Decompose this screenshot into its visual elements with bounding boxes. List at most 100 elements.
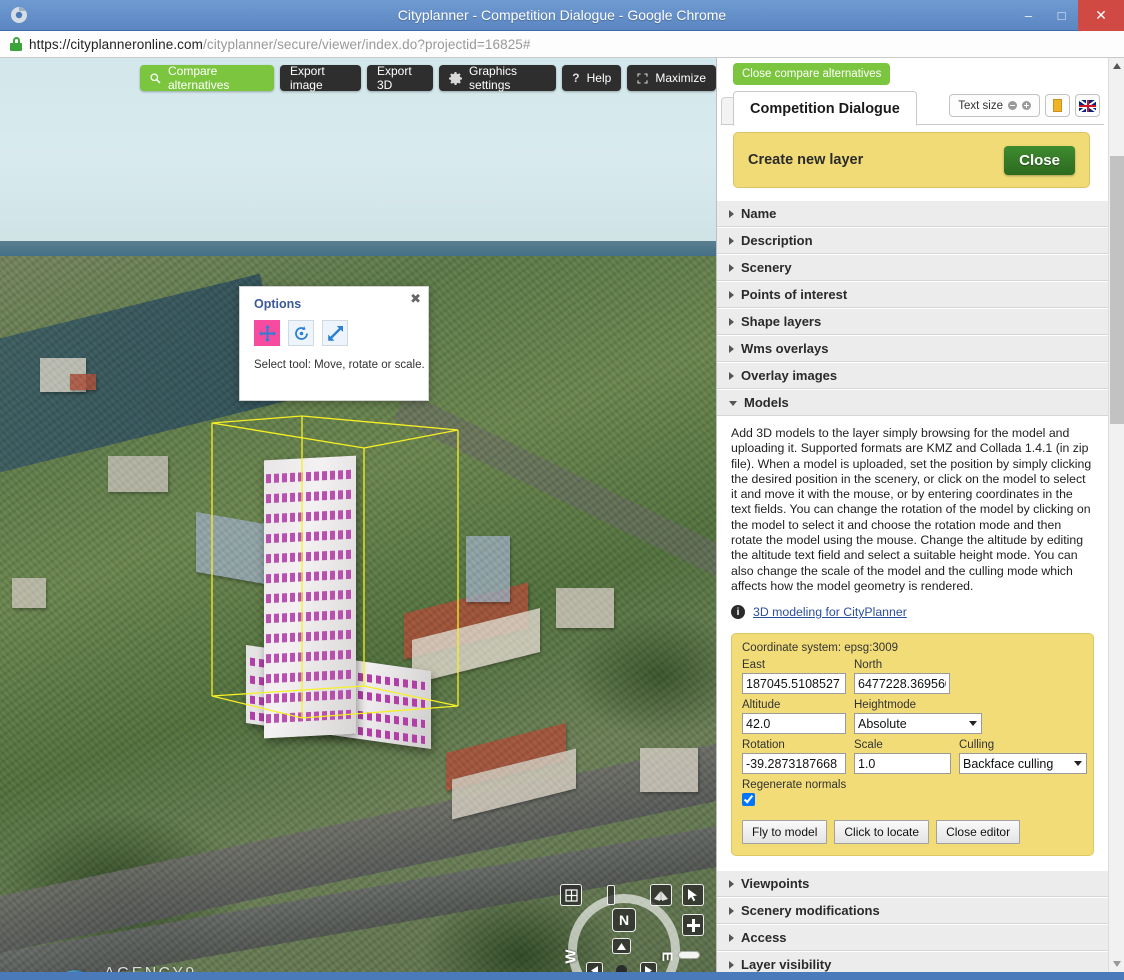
info-button[interactable]: [1045, 94, 1070, 117]
scale-input[interactable]: [854, 753, 951, 775]
north-marker[interactable]: N: [612, 908, 636, 932]
help-button[interactable]: ? Help: [562, 65, 622, 91]
rotation-input[interactable]: [742, 753, 846, 775]
altitude-input[interactable]: [742, 713, 846, 735]
scrollbar-thumb[interactable]: [1110, 156, 1124, 424]
triangle-up-icon: [1113, 63, 1121, 69]
3d-map-viewport[interactable]: Compare alternatives Export image Export…: [0, 58, 717, 972]
chevron-right-icon: [729, 906, 734, 915]
url-path: /cityplanner/secure/viewer/index.do?proj…: [203, 36, 531, 52]
rotate-tool-button[interactable]: [288, 320, 314, 346]
north-field-group: North: [854, 659, 950, 695]
url-domain: https://cityplanneronline.com: [29, 36, 203, 52]
model-editor-form: Coordinate system: epsg:3009 East North: [731, 633, 1094, 857]
close-layer-button[interactable]: Close: [1004, 145, 1075, 175]
east-input[interactable]: [742, 673, 846, 695]
section-access[interactable]: Access: [717, 924, 1108, 952]
language-button[interactable]: [1075, 94, 1100, 117]
heightmode-select[interactable]: Absolute: [854, 713, 982, 735]
graphics-settings-button[interactable]: Graphics settings: [439, 64, 557, 92]
gear-icon: [449, 71, 463, 85]
compare-alternatives-label: Compare alternatives: [168, 64, 230, 92]
chevron-right-icon: [729, 344, 734, 353]
info-circle-icon: i: [731, 605, 745, 620]
culling-select[interactable]: Backface culling: [959, 753, 1087, 775]
export-3d-button[interactable]: Export 3D: [366, 64, 434, 92]
close-window-button[interactable]: ✕: [1078, 0, 1124, 31]
tilt-button[interactable]: [607, 885, 615, 905]
pan-right-button[interactable]: [640, 962, 657, 972]
east-north-row: East North: [742, 659, 1083, 695]
close-icon[interactable]: ✖: [410, 291, 421, 307]
model-tower[interactable]: [264, 455, 356, 739]
heightmode-label: Heightmode: [854, 699, 917, 712]
3d-modeling-link[interactable]: 3D modeling for CityPlanner: [753, 605, 907, 619]
maximize-view-button[interactable]: Maximize: [627, 65, 716, 91]
side-panel-content: Close compare alternatives Competition D…: [717, 58, 1108, 972]
chevron-right-icon: [729, 290, 734, 299]
url-text: https://cityplanneronline.com/cityplanne…: [29, 37, 531, 52]
section-shape-layers[interactable]: Shape layers: [717, 308, 1108, 335]
culling-select-wrap: Backface culling: [959, 753, 1087, 775]
panel-scrollbar[interactable]: [1108, 58, 1124, 972]
scale-tool-button[interactable]: [322, 320, 348, 346]
recenter-button[interactable]: [616, 965, 627, 972]
section-viewpoints[interactable]: Viewpoints: [717, 870, 1108, 898]
text-size-decrease-icon[interactable]: [1008, 101, 1017, 110]
zoom-in-button[interactable]: [682, 914, 704, 936]
regenerate-normals-checkbox[interactable]: [742, 793, 755, 807]
export-image-button[interactable]: Export image: [279, 64, 361, 92]
section-models[interactable]: Models: [717, 389, 1108, 416]
window-statusbar: [0, 972, 1124, 980]
uk-flag-icon: [1079, 99, 1096, 112]
section-scenery-modifications[interactable]: Scenery modifications: [717, 897, 1108, 925]
book-view-button[interactable]: [650, 884, 672, 906]
altitude-label: Altitude: [742, 699, 781, 712]
window-titlebar: Cityplanner - Competition Dialogue - Goo…: [0, 0, 1124, 31]
close-compare-alternatives-button[interactable]: Close compare alternatives: [733, 63, 891, 85]
chevron-right-icon: [729, 960, 734, 969]
fly-to-model-button[interactable]: Fly to model: [742, 820, 828, 845]
north-input[interactable]: [854, 673, 950, 695]
regenerate-normals-label: Regenerate normals: [742, 779, 847, 792]
chevron-right-icon: [729, 209, 734, 218]
lock-icon: [10, 37, 22, 51]
tab-competition-dialogue[interactable]: Competition Dialogue: [733, 91, 917, 126]
text-size-control[interactable]: Text size: [949, 94, 1040, 117]
model-editor-buttons: Fly to model Click to locate Close edito…: [742, 820, 1083, 845]
close-editor-button[interactable]: Close editor: [936, 820, 1021, 845]
section-name[interactable]: Name: [717, 200, 1108, 227]
regenerate-normals-row: Regenerate normals: [742, 779, 1083, 811]
zoom-slider-thumb[interactable]: [678, 951, 700, 959]
section-scenery[interactable]: Scenery: [717, 254, 1108, 281]
section-points-of-interest[interactable]: Points of interest: [717, 281, 1108, 308]
scroll-up-button[interactable]: [1109, 58, 1124, 74]
scroll-down-button[interactable]: [1109, 956, 1124, 972]
move-tool-button[interactable]: [254, 320, 280, 346]
address-bar[interactable]: https://cityplanneronline.com/cityplanne…: [0, 31, 1124, 58]
text-size-increase-icon[interactable]: [1022, 101, 1031, 110]
maximize-button[interactable]: □: [1045, 0, 1078, 31]
section-overlay-images[interactable]: Overlay images: [717, 362, 1108, 389]
pointer-button[interactable]: [682, 884, 704, 906]
models-description: Add 3D models to the layer simply browsi…: [731, 426, 1092, 593]
section-layer-visibility[interactable]: Layer visibility: [717, 951, 1108, 972]
pan-up-button[interactable]: [612, 938, 631, 954]
click-to-locate-button[interactable]: Click to locate: [834, 820, 930, 845]
tab-label: Competition Dialogue: [750, 100, 900, 117]
section-description[interactable]: Description: [717, 227, 1108, 254]
help-label: Help: [586, 71, 612, 85]
scale-label: Scale: [854, 739, 883, 752]
triangle-down-icon: [1113, 961, 1121, 967]
maximize-view-label: Maximize: [655, 71, 706, 85]
north-label: North: [854, 659, 883, 672]
section-wms-overlays[interactable]: Wms overlays: [717, 335, 1108, 362]
heightmode-field-group: Heightmode Absolute: [854, 699, 982, 735]
create-new-layer-bar: Create new layer Close: [733, 132, 1090, 188]
minimize-button[interactable]: –: [1012, 0, 1045, 31]
chevron-right-icon: [729, 371, 734, 380]
compare-alternatives-button[interactable]: Compare alternatives: [140, 64, 274, 92]
models-section-body: Add 3D models to the layer simply browsi…: [717, 416, 1108, 857]
grid-view-button[interactable]: [560, 884, 582, 906]
pan-left-button[interactable]: [586, 962, 603, 972]
